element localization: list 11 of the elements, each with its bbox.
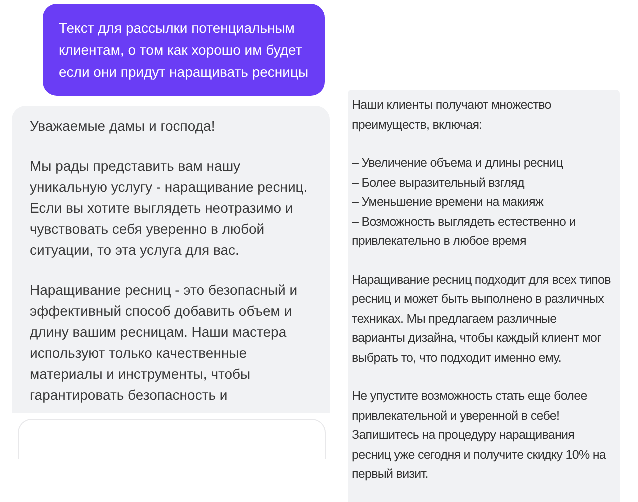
message-paragraph: Мы рады представить вам нашу уникальную услугу - наращивание ресниц. Если вы хотите выглядеть неотразимо и чувствовать себя уверенно в любой ситуации, то эта услуга для вас. [30, 157, 309, 260]
message-paragraph: Наращивание ресниц - это безопасный и эффективный способ добавить объем и длину вашим ресницам. Наши мастера используют только качественные материалы и инструменты, чтобы гарантировать безопасность и [30, 281, 299, 405]
message-paragraph: Уважаемые дамы и господа! [30, 117, 216, 136]
list-item: – Более выразительный взгляд [352, 174, 526, 192]
message-paragraph: Наши клиенты получают множество преимуществ, включая: [352, 97, 552, 134]
message-paragraph: Не упустите возможность стать еще более привлекательной и уверенной в себе! Запишитесь на процедуру наращивания ресниц уже сегодня и получите скидку 10% на первый визит. [352, 388, 608, 483]
user-message: Текст для рассылки потенциальным клиентам, о том как хорошо им будет если они придут наращивать ресницы [43, 4, 325, 96]
list-item: – Уменьшение времени на макияж [352, 194, 545, 211]
list-item: – Увеличение объема и длины ресниц [352, 155, 564, 172]
message-paragraph: Наращивание ресниц подходит для всех типов ресниц и может быть выполнено в различных техниках. Мы предлагаем различные варианты дизайна, чтобы каждый клиент мог выбрать то, что подходит именно ему. [352, 272, 612, 367]
list-item: – Возможность выглядеть естественно и привлекательно в любое время [352, 214, 577, 250]
